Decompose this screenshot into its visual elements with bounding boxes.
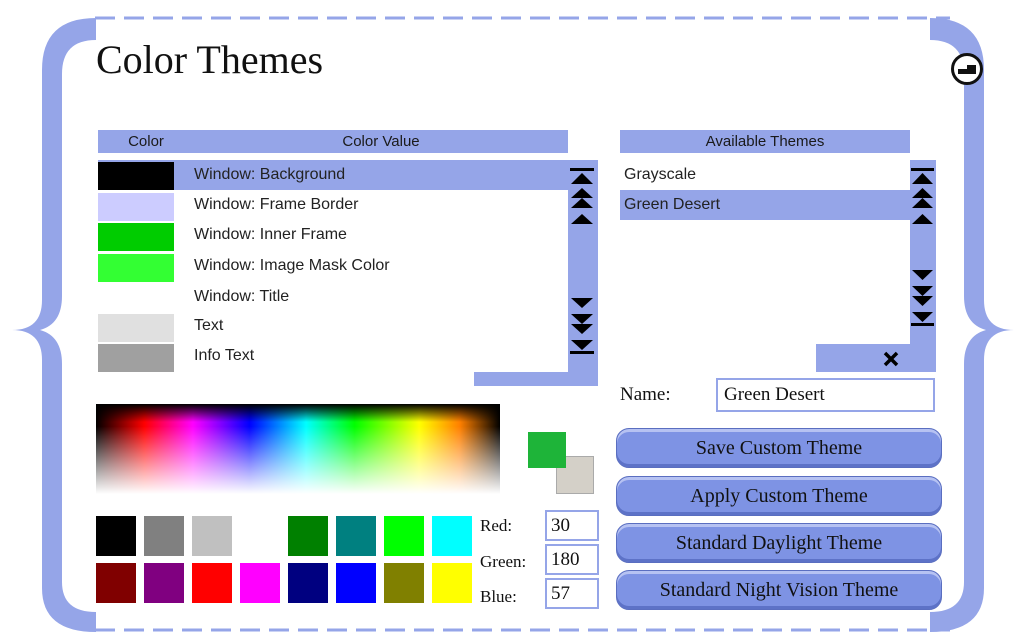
scroll-to-bottom-icon[interactable] xyxy=(911,312,934,326)
color-row-window-frame-border[interactable]: Window: Frame Border xyxy=(98,190,568,221)
page-up-icon[interactable] xyxy=(912,188,933,208)
red-value-field[interactable]: 30 xyxy=(545,510,599,541)
themes-scroll-down-buttons[interactable] xyxy=(910,266,936,332)
palette-swatch[interactable] xyxy=(96,516,136,556)
color-row-info-text[interactable]: Info Text xyxy=(98,341,568,372)
color-row-window-title[interactable]: Window: Title xyxy=(98,282,568,313)
color-row-label: Window: Title xyxy=(194,288,290,305)
color-value-column-header: Color Value xyxy=(194,130,568,153)
palette-swatch[interactable] xyxy=(384,516,424,556)
scroll-to-top-icon[interactable] xyxy=(570,168,594,184)
palette-swatch[interactable] xyxy=(144,563,184,603)
scroll-to-top-icon[interactable] xyxy=(911,168,934,184)
palette-swatch[interactable] xyxy=(288,516,328,556)
scroll-down-icon[interactable] xyxy=(571,298,593,308)
blue-value-field[interactable]: 57 xyxy=(545,578,599,609)
standard-daylight-theme-button[interactable]: Standard Daylight Theme xyxy=(616,523,942,563)
scroll-to-bottom-icon[interactable] xyxy=(570,340,594,354)
palette-swatch[interactable] xyxy=(336,563,376,603)
scroll-up-buttons[interactable] xyxy=(568,168,598,238)
page-up-icon[interactable] xyxy=(571,188,593,208)
color-row-label: Window: Image Mask Color xyxy=(194,257,390,274)
theme-item-grayscale[interactable]: Grayscale xyxy=(620,160,910,190)
palette-swatch[interactable] xyxy=(192,563,232,603)
palette-swatch[interactable] xyxy=(384,563,424,603)
color-row-label: Window: Background xyxy=(194,166,346,183)
themes-list[interactable]: Grayscale Green Desert xyxy=(620,160,910,344)
palette-swatch[interactable] xyxy=(240,563,280,603)
color-row-label: Window: Frame Border xyxy=(194,196,359,213)
color-spectrum-picker[interactable] xyxy=(96,404,500,494)
color-swatch xyxy=(98,344,174,372)
scroll-up-icon[interactable] xyxy=(912,214,933,224)
palette-swatch[interactable] xyxy=(432,563,472,603)
available-themes-header: Available Themes xyxy=(620,130,910,153)
red-label: Red: xyxy=(480,516,513,535)
color-swatch xyxy=(98,162,174,190)
theme-name-input[interactable] xyxy=(716,378,935,412)
page-down-icon[interactable] xyxy=(571,314,593,334)
color-list-scrollbar-foot xyxy=(474,372,598,386)
color-row-window-image-mask-color[interactable]: Window: Image Mask Color xyxy=(98,251,568,282)
themes-scroll-up-buttons[interactable] xyxy=(910,168,936,238)
palette-swatch[interactable] xyxy=(432,516,472,556)
palette-swatch[interactable] xyxy=(288,563,328,603)
standard-night-vision-theme-button[interactable]: Standard Night Vision Theme xyxy=(616,570,942,610)
blue-label: Blue: xyxy=(480,587,517,606)
save-custom-theme-button[interactable]: Save Custom Theme xyxy=(616,428,942,468)
color-row-window-background[interactable]: Window: Background xyxy=(98,160,568,190)
color-row-window-inner-frame[interactable]: Window: Inner Frame xyxy=(98,220,568,251)
color-row-label: Info Text xyxy=(194,347,255,364)
scroll-down-buttons[interactable] xyxy=(568,294,598,360)
color-swatch xyxy=(98,314,174,342)
name-label: Name: xyxy=(620,384,671,405)
themes-list-footer xyxy=(816,344,936,372)
foreground-color-swatch[interactable] xyxy=(528,432,566,468)
scroll-up-icon[interactable] xyxy=(571,214,593,224)
apply-custom-theme-button[interactable]: Apply Custom Theme xyxy=(616,476,942,516)
color-swatch xyxy=(98,223,174,251)
color-row-label: Text xyxy=(194,317,224,334)
palette-swatch[interactable] xyxy=(336,516,376,556)
color-row-label: Window: Inner Frame xyxy=(194,226,347,243)
theme-item-green-desert[interactable]: Green Desert xyxy=(620,190,910,220)
green-value-field[interactable]: 180 xyxy=(545,544,599,575)
color-column-header: Color xyxy=(98,130,194,153)
palette-swatch[interactable] xyxy=(192,516,232,556)
green-label: Green: xyxy=(480,552,527,571)
color-list[interactable]: Window: Background Window: Frame Border … xyxy=(98,160,568,372)
palette-swatch[interactable] xyxy=(144,516,184,556)
scroll-down-icon[interactable] xyxy=(912,270,933,280)
window-title: Color Themes xyxy=(96,37,324,82)
close-window-icon[interactable] xyxy=(950,52,984,86)
color-swatch xyxy=(98,193,174,221)
color-row-text[interactable]: Text xyxy=(98,311,568,342)
color-swatch xyxy=(98,254,174,282)
delete-theme-icon[interactable] xyxy=(882,350,900,368)
color-swatch xyxy=(98,285,174,313)
palette-swatch[interactable] xyxy=(96,563,136,603)
page-down-icon[interactable] xyxy=(912,286,933,306)
palette-swatch[interactable] xyxy=(240,516,280,556)
